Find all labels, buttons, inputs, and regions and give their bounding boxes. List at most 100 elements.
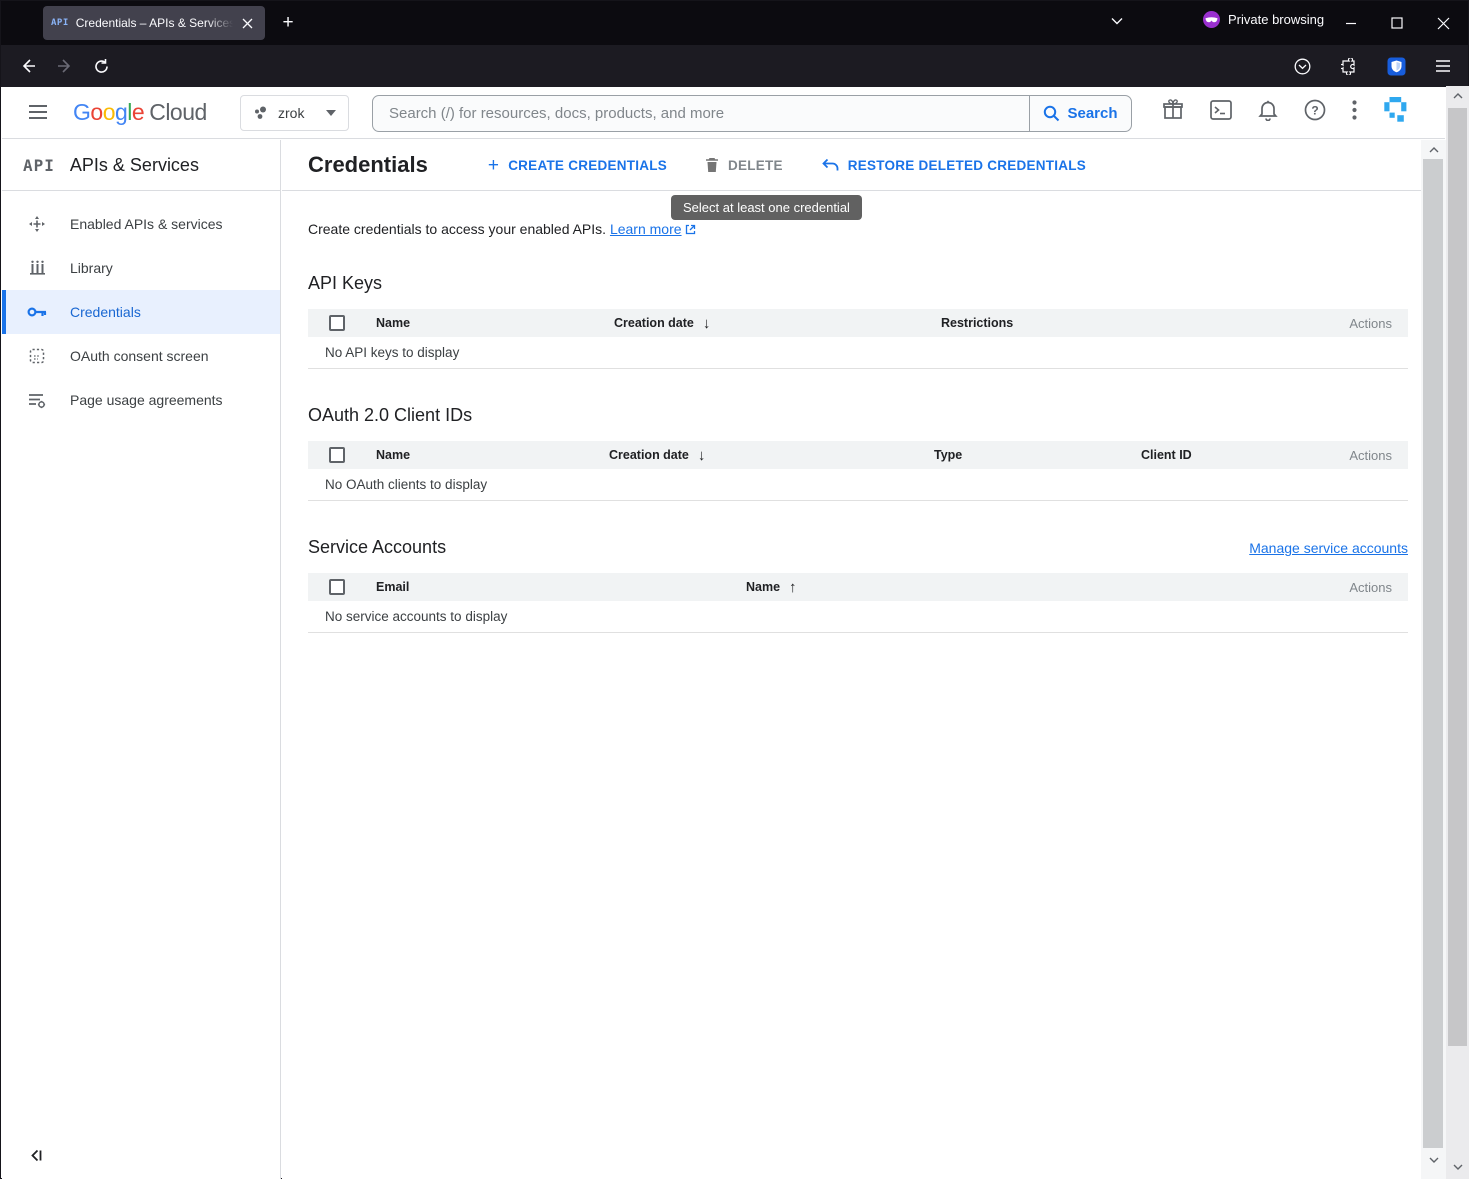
scroll-down-icon[interactable] <box>1446 1157 1469 1177</box>
restore-deleted-credentials-button[interactable]: RESTORE DELETED CREDENTIALS <box>821 158 1086 173</box>
collapse-sidebar-icon[interactable] <box>28 1147 45 1164</box>
cloud-shell-icon[interactable] <box>1210 100 1232 120</box>
undo-arrow-icon <box>821 158 839 173</box>
free-trial-gift-icon[interactable] <box>1162 99 1184 121</box>
project-selector[interactable]: zrok <box>240 95 349 131</box>
delete-button[interactable]: DELETE <box>705 157 783 173</box>
oauth-empty-row: No OAuth clients to display <box>308 469 1408 501</box>
search-button[interactable]: Search <box>1029 96 1131 131</box>
extension-shield-icon[interactable] <box>1381 51 1411 81</box>
sidebar-item-label: Enabled APIs & services <box>70 216 223 232</box>
google-cloud-logo: GoogleCloud <box>73 99 207 126</box>
private-mask-icon <box>1203 11 1220 28</box>
sidebar-item-oauth-consent[interactable]: OAuth consent screen <box>2 334 280 378</box>
column-header-actions: Actions <box>1349 316 1408 331</box>
window-minimize-button[interactable] <box>1328 1 1374 45</box>
page-title: Credentials <box>308 152 428 178</box>
new-tab-button[interactable]: + <box>273 8 303 38</box>
account-avatar[interactable] <box>1383 97 1409 123</box>
service-accounts-empty-row: No service accounts to display <box>308 601 1408 633</box>
column-header-actions: Actions <box>1349 448 1408 463</box>
scrollbar-thumb[interactable] <box>1423 159 1443 1148</box>
column-header-creation-date[interactable]: Creation date↓ <box>601 447 926 464</box>
oauth-clients-table: Name Creation date↓ Type Client ID Actio… <box>308 441 1408 501</box>
project-name: zrok <box>278 105 304 121</box>
reload-button[interactable] <box>86 51 116 81</box>
private-browsing-label: Private browsing <box>1228 12 1324 27</box>
page-usage-agreements-icon <box>26 392 48 409</box>
sidebar-item-label: Credentials <box>70 304 141 320</box>
column-header-email: Email <box>368 580 738 594</box>
forward-button[interactable] <box>50 51 80 81</box>
select-all-checkbox[interactable] <box>329 315 345 331</box>
scroll-down-icon[interactable] <box>1421 1150 1446 1169</box>
key-icon <box>26 306 48 318</box>
sidebar-item-label: OAuth consent screen <box>70 348 209 364</box>
svg-text:?: ? <box>1311 104 1318 118</box>
project-icon <box>253 105 269 121</box>
search-input[interactable] <box>373 105 1029 122</box>
sidebar-item-enabled-apis[interactable]: Enabled APIs & services <box>2 202 280 246</box>
window-close-button[interactable] <box>1420 1 1466 45</box>
column-header-name[interactable]: Name↑ <box>738 579 1318 596</box>
titlebar: API Credentials – APIs & Services – z + … <box>1 1 1468 45</box>
main-content: Credentials + CREATE CREDENTIALS DELETE <box>282 140 1421 1179</box>
sort-desc-icon: ↓ <box>698 447 706 464</box>
scrollbar-thumb[interactable] <box>1448 108 1467 1046</box>
column-header-creation-date[interactable]: Creation date↓ <box>606 315 933 332</box>
sidebar-item-library[interactable]: Library <box>2 246 280 290</box>
tooltip: Select at least one credential <box>671 195 862 220</box>
enabled-apis-icon <box>26 215 48 233</box>
api-keys-empty-row: No API keys to display <box>308 337 1408 369</box>
sidebar-item-label: Library <box>70 260 113 276</box>
oauth-consent-icon <box>26 348 48 364</box>
notifications-bell-icon[interactable] <box>1258 99 1278 121</box>
sidebar: API APIs & Services Enabled APIs & servi… <box>2 140 281 1179</box>
column-header-actions: Actions <box>1349 580 1408 595</box>
service-accounts-table: Email Name↑ Actions No service accounts … <box>308 573 1408 633</box>
select-all-checkbox[interactable] <box>329 579 345 595</box>
create-credentials-button[interactable]: + CREATE CREDENTIALS <box>488 156 667 175</box>
select-all-checkbox[interactable] <box>329 447 345 463</box>
content-scrollbar[interactable] <box>1421 140 1446 1179</box>
tab-title: Credentials – APIs & Services – z <box>76 16 233 30</box>
back-button[interactable] <box>13 51 43 81</box>
plus-icon: + <box>488 156 499 175</box>
console-search: Search <box>372 95 1132 132</box>
project-caret-icon <box>326 110 336 116</box>
sidebar-item-page-usage[interactable]: Page usage agreements <box>2 378 280 422</box>
library-icon <box>26 260 48 276</box>
extensions-puzzle-icon[interactable] <box>1334 51 1364 81</box>
section-title-oauth: OAuth 2.0 Client IDs <box>308 405 1408 426</box>
console-nav-menu-icon[interactable] <box>28 103 48 121</box>
window-maximize-button[interactable] <box>1374 1 1420 45</box>
private-browsing-badge: Private browsing <box>1203 11 1324 28</box>
sort-desc-icon: ↓ <box>703 315 711 332</box>
scroll-up-icon[interactable] <box>1446 86 1469 106</box>
column-header-name: Name <box>368 316 606 330</box>
product-title: APIs & Services <box>70 155 199 176</box>
column-header-type: Type <box>926 448 1133 462</box>
intro-text: Create credentials to access your enable… <box>308 221 1408 237</box>
learn-more-link[interactable]: Learn more <box>610 221 682 237</box>
column-header-restrictions: Restrictions <box>933 316 1318 330</box>
tab-close-icon[interactable] <box>237 13 257 33</box>
sidebar-item-credentials[interactable]: Credentials <box>2 290 280 334</box>
browser-navbar: https://console.cloud.google.com/apis/cr… <box>1 45 1468 87</box>
scroll-up-icon[interactable] <box>1421 140 1446 159</box>
help-icon[interactable]: ? <box>1304 99 1326 121</box>
gcloud-header: GoogleCloud zrok Search <box>2 87 1445 139</box>
section-title-service-accounts: Service Accounts <box>308 537 446 558</box>
manage-service-accounts-link[interactable]: Manage service accounts <box>1249 540 1408 556</box>
api-keys-table: Name Creation date↓ Restrictions Actions… <box>308 309 1408 369</box>
browser-tab[interactable]: API Credentials – APIs & Services – z <box>43 6 265 40</box>
column-header-client-id: Client ID <box>1133 448 1318 462</box>
pocket-icon[interactable] <box>1287 51 1317 81</box>
browser-scrollbar[interactable] <box>1446 86 1469 1179</box>
list-tabs-chevron-icon[interactable] <box>1109 13 1125 29</box>
more-options-icon[interactable] <box>1352 100 1357 120</box>
trash-icon <box>705 157 719 173</box>
column-header-name: Name <box>368 448 601 462</box>
menu-hamburger-icon[interactable] <box>1428 51 1458 81</box>
sidebar-item-label: Page usage agreements <box>70 392 223 408</box>
